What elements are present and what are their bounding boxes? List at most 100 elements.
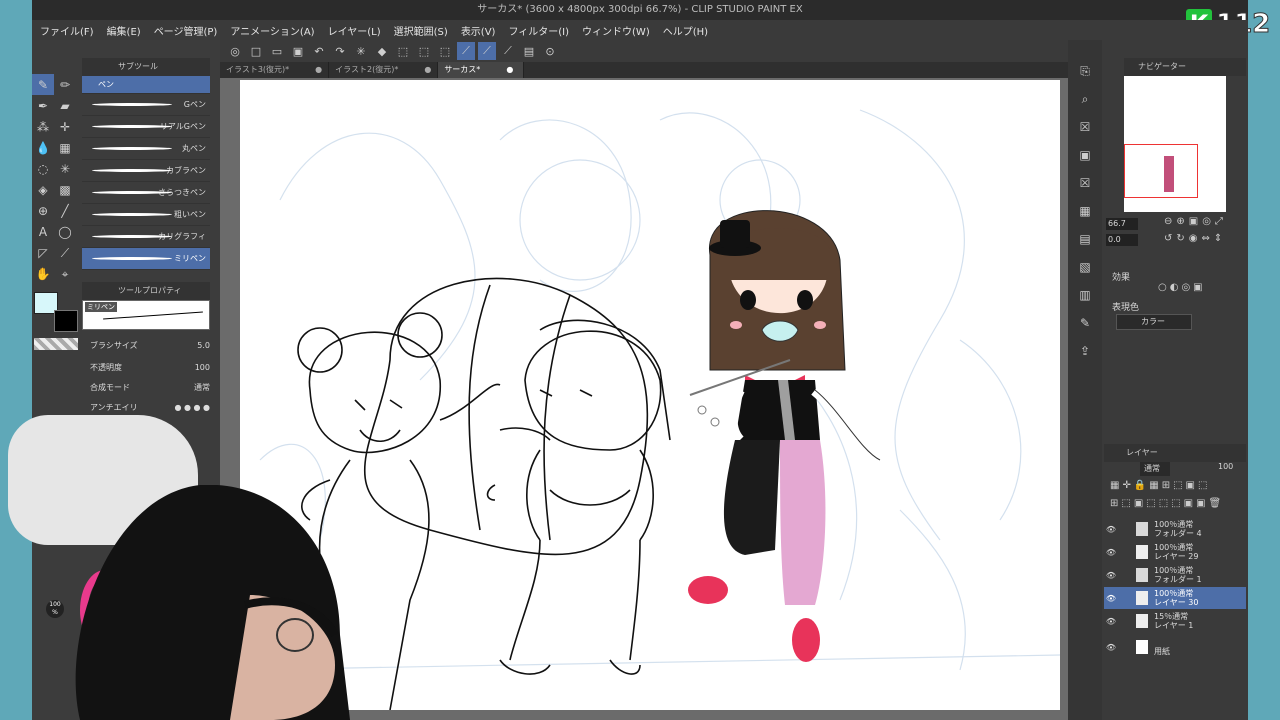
settings-icon[interactable]: ▤ <box>520 42 538 60</box>
clear-icon[interactable]: ⬚ <box>436 42 454 60</box>
subtool-item[interactable]: 粗いペン <box>82 204 210 226</box>
menu-selection[interactable]: 選択範囲(S) <box>394 23 448 38</box>
menu-animation[interactable]: アニメーション(A) <box>230 23 314 38</box>
ruler-tool-icon[interactable]: ⟋ <box>54 243 76 264</box>
navigator-preview[interactable] <box>1124 76 1226 212</box>
menu-window[interactable]: ウィンドウ(W) <box>582 23 650 38</box>
image-icon[interactable]: ▧ <box>1074 256 1096 278</box>
close-panel-icon[interactable]: ☒ <box>1074 172 1096 194</box>
antialias-row[interactable]: アンチエイリ ● ● ● ● <box>90 400 210 414</box>
menu-page[interactable]: ページ管理(P) <box>154 23 218 38</box>
search-layer-icon[interactable]: ⌕ <box>1074 88 1096 110</box>
eraser-tool-icon[interactable]: ▰ <box>54 95 76 116</box>
effect-buttons-icon[interactable]: ○◐◎▣ <box>1158 282 1206 293</box>
text-tool-icon[interactable]: A <box>32 221 54 242</box>
antialias-options-icon[interactable]: ● ● ● ● <box>174 403 210 412</box>
blend-tool-icon[interactable]: 💧 <box>32 137 54 158</box>
line-tool-icon[interactable]: ╱ <box>54 200 76 221</box>
subtool-item[interactable]: リアルGペン <box>82 116 210 138</box>
subtool-item-selected[interactable]: ミリペン <box>82 248 210 270</box>
layer-row-selected[interactable]: 👁 100％通常 レイヤー 30 <box>1104 587 1246 609</box>
menu-layer[interactable]: レイヤー(L) <box>328 23 381 38</box>
layer-row[interactable]: 👁 15％通常 レイヤー 1 <box>1104 610 1246 632</box>
snap-grid-icon[interactable]: ⟋ <box>499 42 517 60</box>
close-panel-icon[interactable]: ☒ <box>1074 116 1096 138</box>
loading-icon[interactable]: ✳ <box>352 42 370 60</box>
hand-tool-icon[interactable]: ✋ <box>32 264 54 285</box>
subtool-item[interactable]: カブラペン <box>82 160 210 182</box>
layer-row[interactable]: 👁 100％通常 レイヤー 29 <box>1104 541 1246 563</box>
move-tool-icon[interactable]: ✛ <box>54 116 76 137</box>
tab-close-icon[interactable]: ● <box>424 62 431 78</box>
layer-row[interactable]: 👁 100％通常 フォルダー 4 <box>1104 518 1246 540</box>
blend-value[interactable]: 通常 <box>194 382 210 393</box>
balloon-tool-icon[interactable]: ◯ <box>54 221 76 242</box>
visibility-eye-icon[interactable]: 👁 <box>1104 571 1118 580</box>
zoom-controls-icon[interactable]: ⊖⊕▣◎⤢ <box>1164 216 1227 227</box>
visibility-eye-icon[interactable]: 👁 <box>1104 617 1118 626</box>
menu-filter[interactable]: フィルター(I) <box>508 23 569 38</box>
layer-row-paper[interactable]: 👁 用紙 <box>1104 636 1246 658</box>
visibility-eye-icon[interactable]: 👁 <box>1104 643 1118 652</box>
blend-row[interactable]: 合成モード 通常 <box>90 380 210 394</box>
gradient-tool-icon[interactable]: ▩ <box>54 179 76 200</box>
tab-illust2[interactable]: イラスト2(復元)* ● <box>329 62 439 78</box>
material-icon[interactable]: ▣ <box>1074 144 1096 166</box>
brush-size-value[interactable]: 5.0 <box>197 341 210 350</box>
open-folder-icon[interactable]: ▭ <box>268 42 286 60</box>
layer-opacity-value[interactable]: 100 <box>1218 462 1233 471</box>
subtool-item[interactable]: さらつきペン <box>82 182 210 204</box>
lasso-tool-icon[interactable]: ◌ <box>32 158 54 179</box>
sub-color-swatch[interactable] <box>54 310 78 332</box>
layer-blend-select[interactable]: 通常 <box>1140 462 1170 476</box>
eyedropper-icon[interactable]: ⌖ <box>54 264 76 285</box>
transform-icon[interactable]: ⬚ <box>394 42 412 60</box>
export-icon[interactable]: ⇪ <box>1074 340 1096 362</box>
book-icon[interactable]: ▤ <box>1074 228 1096 250</box>
frame-tool-icon[interactable]: ◸ <box>32 242 54 263</box>
snap-special-ruler-icon[interactable]: ⟋ <box>478 42 496 60</box>
decoration-tool-icon[interactable]: ⁂ <box>32 116 54 137</box>
rotate-controls-icon[interactable]: ↺↻◉⇔⇕ <box>1164 233 1226 244</box>
save-icon[interactable]: ▣ <box>289 42 307 60</box>
vector-pen-icon[interactable]: ✒ <box>32 95 54 116</box>
display-color-select[interactable]: カラー <box>1116 314 1192 330</box>
layer-tools-icon[interactable]: ▦✛🔒▦⊞⬚▣⬚ <box>1110 480 1210 491</box>
opacity-row[interactable]: 不透明度 100 <box>90 360 210 374</box>
menu-file[interactable]: ファイル(F) <box>40 23 94 38</box>
deselect-icon[interactable]: ⬚ <box>415 42 433 60</box>
undo-icon[interactable]: ↶ <box>310 42 328 60</box>
opacity-value[interactable]: 100 <box>195 363 210 372</box>
new-file-icon[interactable]: □ <box>247 42 265 60</box>
tab-illust3[interactable]: イラスト3(復元)* ● <box>220 62 330 78</box>
companion-icon[interactable]: ⊙ <box>541 42 559 60</box>
layer-row[interactable]: 👁 100％通常 フォルダー 1 <box>1104 564 1246 586</box>
figure-tool-icon[interactable]: ▦ <box>54 137 76 158</box>
menu-help[interactable]: ヘルプ(H) <box>663 23 708 38</box>
transparent-color-swatch[interactable] <box>34 338 78 350</box>
menu-view[interactable]: 表示(V) <box>461 23 496 38</box>
edit-icon[interactable]: ✎ <box>1074 312 1096 334</box>
subtool-item[interactable]: カリグラフィ <box>82 226 210 248</box>
subtool-item[interactable]: 丸ペン <box>82 138 210 160</box>
drawing-canvas[interactable] <box>240 80 1060 710</box>
subtool-group-pen[interactable]: ペン <box>82 76 210 94</box>
history-icon[interactable]: ▥ <box>1074 284 1096 306</box>
object-tool-icon[interactable]: ⊕ <box>32 200 54 221</box>
auto-select-icon[interactable]: ✳ <box>54 158 76 179</box>
snap-ruler-icon[interactable]: ⟋ <box>457 42 475 60</box>
tab-close-icon[interactable]: ● <box>506 62 513 78</box>
visibility-eye-icon[interactable]: 👁 <box>1104 525 1118 534</box>
layer-actions-icon[interactable]: ⊞⬚▣⬚⬚⬚▣▣🗑 <box>1110 498 1224 509</box>
zoom-value[interactable]: 66.7 <box>1106 218 1138 230</box>
fill-tool-icon[interactable]: ◈ <box>32 179 54 200</box>
visibility-eye-icon[interactable]: 👁 <box>1104 594 1118 603</box>
visibility-eye-icon[interactable]: 👁 <box>1104 548 1118 557</box>
navigator-viewport[interactable] <box>1124 144 1198 198</box>
brush-size-row[interactable]: ブラシサイズ 5.0 <box>90 338 210 352</box>
redo-icon[interactable]: ↷ <box>331 42 349 60</box>
tab-close-icon[interactable]: ● <box>315 62 322 78</box>
clip-studio-icon[interactable]: ◎ <box>226 42 244 60</box>
subtool-item[interactable]: Gペン <box>82 94 210 116</box>
rotate-value[interactable]: 0.0 <box>1106 234 1138 246</box>
